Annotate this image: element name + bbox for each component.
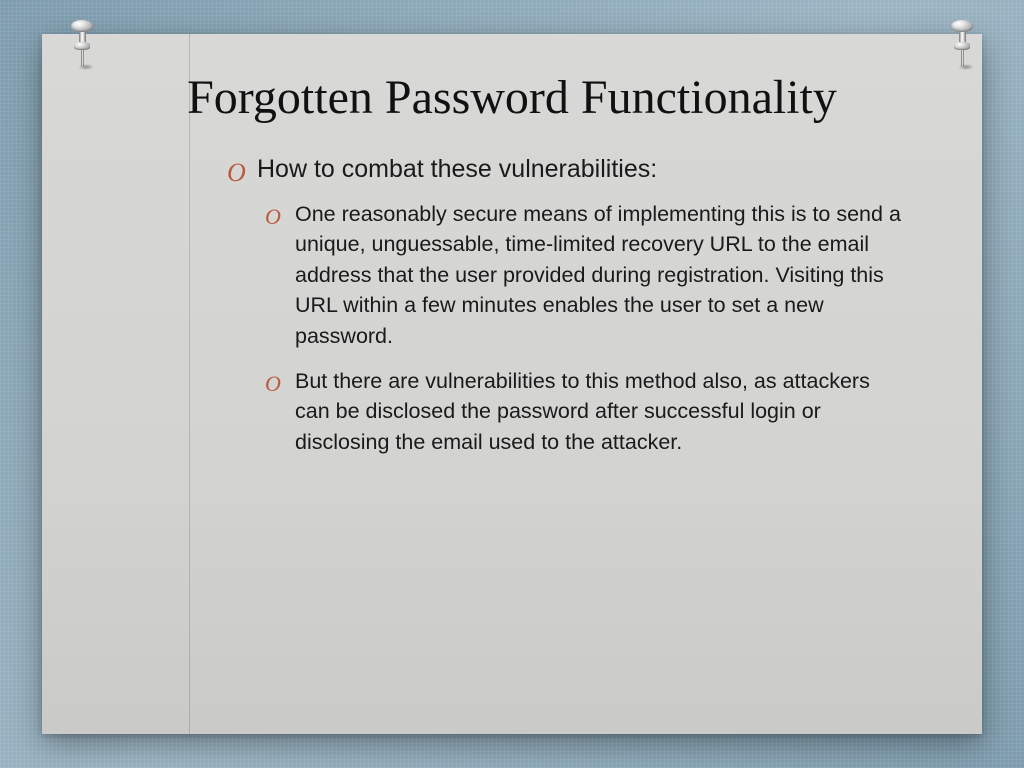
bullet-icon: O xyxy=(227,155,246,190)
slide-card: Forgotten Password Functionality O How t… xyxy=(42,34,982,734)
heading-text: How to combat these vulnerabilities: xyxy=(257,155,657,183)
bullet-text: But there are vulnerabilities to this me… xyxy=(295,369,870,454)
bullet-icon: O xyxy=(265,368,281,399)
list-item: O One reasonably secure means of impleme… xyxy=(265,199,907,352)
pushpin-right-icon xyxy=(950,20,974,70)
margin-rule xyxy=(189,34,190,734)
list-item: O But there are vulnerabilities to this … xyxy=(265,366,907,458)
slide-title: Forgotten Password Functionality xyxy=(152,70,872,125)
slide-body: O How to combat these vulnerabilities: O… xyxy=(227,153,907,457)
list-item: O How to combat these vulnerabilities: xyxy=(227,153,907,187)
bullet-text: One reasonably secure means of implement… xyxy=(295,202,901,348)
bullet-icon: O xyxy=(265,201,281,232)
pushpin-left-icon xyxy=(70,20,94,70)
